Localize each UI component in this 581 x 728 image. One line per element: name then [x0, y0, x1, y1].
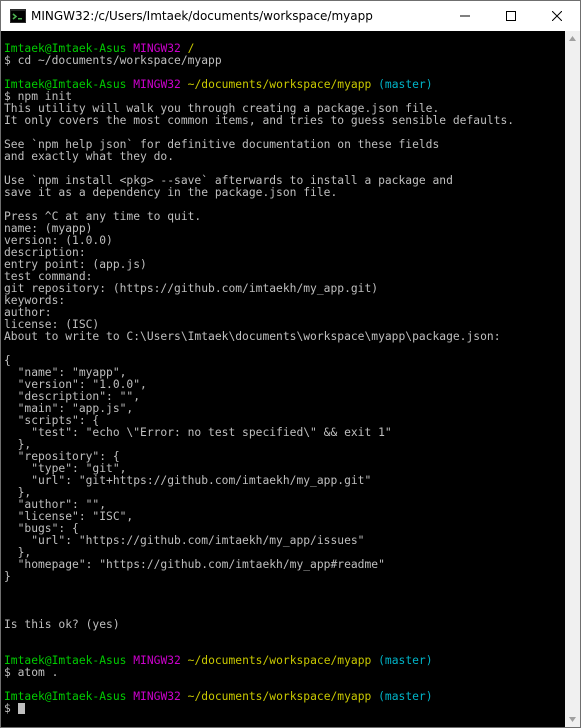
- close-button[interactable]: [534, 1, 580, 31]
- title-bar[interactable]: MINGW32:/c/Users/Imtaek/documents/worksp…: [1, 1, 580, 31]
- close-icon: [552, 11, 562, 21]
- scroll-down-arrow-icon[interactable]: [569, 717, 576, 722]
- minimize-icon: [460, 15, 470, 17]
- prompt-line: Imtaek@Imtaek-Asus MINGW32 ~/documents/w…: [4, 79, 565, 91]
- prompt-line: Imtaek@Imtaek-Asus MINGW32 ~/documents/w…: [4, 655, 565, 667]
- output-line: It only covers the most common items, an…: [4, 114, 515, 127]
- prompt-branch: (master): [378, 690, 433, 703]
- minimize-button[interactable]: [442, 1, 488, 31]
- output-line: "license": "ISC",: [4, 510, 134, 523]
- maximize-button[interactable]: [488, 1, 534, 31]
- output-line: keywords:: [4, 294, 66, 307]
- terminal-window: MINGW32:/c/Users/Imtaek/documents/worksp…: [0, 0, 581, 728]
- scroll-up-arrow-icon[interactable]: [569, 36, 576, 41]
- output-line: version: (1.0.0): [4, 234, 113, 247]
- output-line: }: [4, 570, 11, 583]
- mingw-app-icon: [10, 9, 26, 23]
- terminal-content[interactable]: Imtaek@Imtaek-Asus MINGW32 /$ cd ~/docum…: [1, 31, 565, 727]
- prompt-path: ~/documents/workspace/myapp: [187, 690, 372, 703]
- output-line: "url": "git+https://github.com/imtaekh/m…: [4, 474, 372, 487]
- command-prompt-symbol: $: [4, 702, 18, 715]
- output-line: "test": "echo \"Error: no test specified…: [4, 426, 392, 439]
- command-line: $: [4, 703, 565, 715]
- vertical-scrollbar[interactable]: [565, 31, 580, 727]
- output-line: "url": "https://github.com/imtaekh/my_ap…: [4, 534, 365, 547]
- text-cursor: [17, 703, 25, 714]
- window-title: MINGW32:/c/Users/Imtaek/documents/worksp…: [31, 9, 373, 23]
- output-line: About to write to C:\Users\Imtaek\docume…: [4, 330, 501, 343]
- output-line: and exactly what they do.: [4, 150, 175, 163]
- command-line: $ cd ~/documents/workspace/myapp: [4, 54, 222, 67]
- prompt-env: MINGW32: [133, 654, 181, 667]
- output-line: "homepage": "https://github.com/imtaekh/…: [4, 558, 385, 571]
- output-line: save it as a dependency in the package.j…: [4, 186, 338, 199]
- output-line: Is this ok? (yes): [4, 618, 120, 631]
- prompt-branch: (master): [378, 654, 433, 667]
- command-line: $ atom .: [4, 666, 59, 679]
- maximize-icon: [506, 11, 516, 21]
- prompt-user-host: Imtaek@Imtaek-Asus: [4, 690, 127, 703]
- prompt-branch: (master): [378, 78, 433, 91]
- prompt-env: MINGW32: [133, 78, 181, 91]
- prompt-path: ~/documents/workspace/myapp: [187, 78, 372, 91]
- prompt-path: ~/documents/workspace/myapp: [187, 654, 372, 667]
- output-line: git repository: (https://github.com/imta…: [4, 282, 379, 295]
- prompt-line: Imtaek@Imtaek-Asus MINGW32 ~/documents/w…: [4, 691, 565, 703]
- prompt-env: MINGW32: [133, 690, 181, 703]
